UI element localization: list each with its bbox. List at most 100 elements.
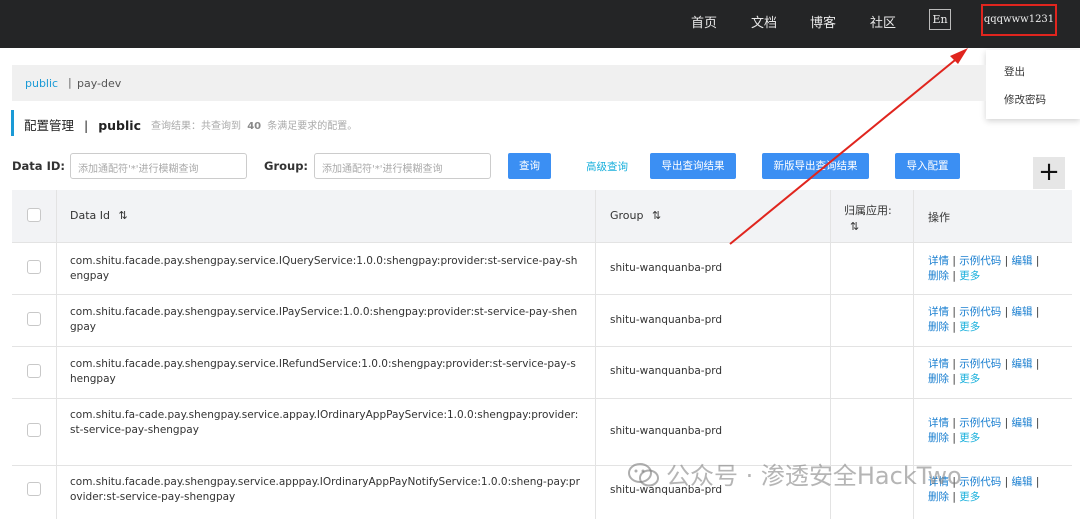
sample-code-link[interactable]: 示例代码 [959,255,1001,267]
op-sep: | [1035,306,1040,318]
op-sep: | [1035,417,1040,429]
op-sep: | [1004,358,1009,370]
op-sep: | [1004,306,1009,318]
top-nav-bar: 首页 文档 博客 社区 En qqqwww1231 [0,0,1080,48]
edit-link[interactable]: 编辑 [1011,417,1032,429]
op-sep: | [1004,255,1009,267]
row-dataid: com.shitu.facade.pay.shengpay.service.ap… [70,476,580,503]
add-config-button[interactable]: + [1033,157,1065,189]
row-group: shitu-wanquanba-prd [610,365,723,377]
sample-code-link[interactable]: 示例代码 [959,306,1001,318]
sort-icon[interactable]: ⇅ [850,220,892,233]
logout-menu-item[interactable]: 登出 [1004,64,1025,79]
column-divider [595,190,596,519]
header-group[interactable]: Group ⇅ [610,209,661,222]
title-accent-bar [11,110,14,136]
watermark: 公众号 · 渗透安全HackTwo [628,456,962,491]
user-account-highlight[interactable]: qqqwww1231 [981,4,1057,36]
delete-link[interactable]: 删除 [928,491,949,503]
op-sep: | [952,432,956,444]
row-divider [12,294,1072,295]
page-title-namespace: public [98,118,141,133]
row-group: shitu-wanquanba-prd [610,425,723,437]
nav-blog[interactable]: 博客 [810,12,836,31]
row-dataid: com.shitu.fa-cade.pay.shengpay.service.a… [70,409,579,436]
nav-home[interactable]: 首页 [691,12,717,31]
detail-link[interactable]: 详情 [928,417,949,429]
select-all-checkbox[interactable] [27,208,41,222]
row-checkbox[interactable] [27,364,41,378]
row-checkbox[interactable] [27,482,41,496]
header-dataid-label: Data Id [70,209,110,222]
op-sep: | [952,306,956,318]
more-link[interactable]: 更多 [959,491,980,503]
op-sep: | [1035,476,1040,488]
change-password-menu-item[interactable]: 修改密码 [1004,92,1046,107]
header-dataid[interactable]: Data Id ⇅ [70,209,128,222]
delete-link[interactable]: 删除 [928,432,949,444]
delete-link[interactable]: 删除 [928,270,949,282]
more-link[interactable]: 更多 [959,373,980,385]
row-dataid: com.shitu.facade.pay.shengpay.service.IP… [70,306,578,333]
row-checkbox[interactable] [27,312,41,326]
delete-link[interactable]: 删除 [928,373,949,385]
group-label: Group: [264,159,309,173]
nav-community[interactable]: 社区 [870,12,896,31]
op-sep: | [1004,476,1009,488]
sample-code-link[interactable]: 示例代码 [959,476,1001,488]
row-divider [12,346,1072,347]
op-sep: | [1035,255,1040,267]
op-sep: | [1035,358,1040,370]
row-group: shitu-wanquanba-prd [610,314,723,326]
namespace-public[interactable]: public [25,77,58,90]
username[interactable]: qqqwww1231 [983,14,1055,25]
more-link[interactable]: 更多 [959,432,980,444]
user-dropdown-menu: 登出 修改密码 [986,50,1080,119]
header-ops: 操作 [928,211,950,224]
edit-link[interactable]: 编辑 [1011,255,1032,267]
summary-suffix: 条满足要求的配置。 [267,121,358,132]
import-config-button[interactable]: 导入配置 [895,153,960,179]
language-switch-button[interactable]: En [929,9,951,30]
row-checkbox[interactable] [27,423,41,437]
column-divider [56,190,57,519]
header-app: 归属应用: ⇅ [844,202,892,233]
edit-link[interactable]: 编辑 [1011,358,1032,370]
row-dataid: com.shitu.facade.pay.shengpay.service.IQ… [70,255,578,282]
row-checkbox[interactable] [27,260,41,274]
header-app-label: 归属应用: [844,204,892,217]
new-export-results-button[interactable]: 新版导出查询结果 [762,153,869,179]
op-sep: | [952,255,956,267]
row-dataid: com.shitu.facade.pay.shengpay.service.IR… [70,358,576,385]
detail-link[interactable]: 详情 [928,358,949,370]
sample-code-link[interactable]: 示例代码 [959,358,1001,370]
sort-icon[interactable]: ⇅ [119,209,128,222]
op-sep: | [952,417,956,429]
page-title-separator: | [84,118,89,133]
detail-link[interactable]: 详情 [928,306,949,318]
sort-icon[interactable]: ⇅ [652,209,661,222]
dataid-search-input[interactable]: 添加通配符'*'进行模糊查询 [70,153,247,179]
nav-docs[interactable]: 文档 [751,12,777,31]
page-title: 配置管理 | public [24,115,141,134]
group-search-input[interactable]: 添加通配符'*'进行模糊查询 [314,153,491,179]
sample-code-link[interactable]: 示例代码 [959,417,1001,429]
summary-prefix: 查询结果：共查询到 [151,121,241,132]
more-link[interactable]: 更多 [959,270,980,282]
summary-count: 40 [247,121,262,132]
namespace-separator: | [68,76,72,89]
edit-link[interactable]: 编辑 [1011,306,1032,318]
advanced-query-link[interactable]: 高级查询 [586,159,628,174]
export-results-button[interactable]: 导出查询结果 [650,153,736,179]
row-actions: 详情 | 示例代码 | 编辑 | 删除 | 更多 [928,357,1058,387]
edit-link[interactable]: 编辑 [1011,476,1032,488]
query-button[interactable]: 查询 [508,153,551,179]
row-actions: 详情 | 示例代码 | 编辑 | 删除 | 更多 [928,254,1058,284]
delete-link[interactable]: 删除 [928,321,949,333]
query-result-summary: 查询结果：共查询到 40 条满足要求的配置。 [151,117,357,132]
watermark-text: 公众号 · 渗透安全HackTwo [666,462,962,490]
namespace-pay-dev[interactable]: pay-dev [77,77,121,90]
op-sep: | [952,491,956,503]
detail-link[interactable]: 详情 [928,255,949,267]
more-link[interactable]: 更多 [959,321,980,333]
